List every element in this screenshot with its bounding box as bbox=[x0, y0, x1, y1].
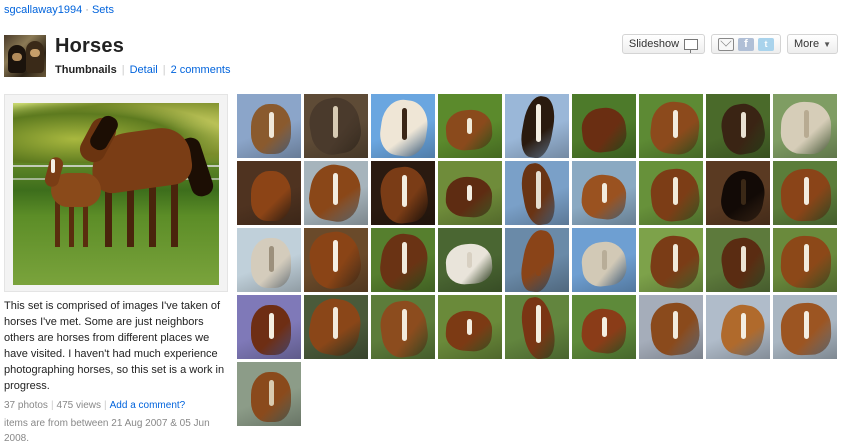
photo-thumbnail[interactable] bbox=[304, 94, 368, 158]
photo-thumbnail[interactable] bbox=[237, 228, 301, 292]
slideshow-label: Slideshow bbox=[628, 38, 680, 50]
photo-thumbnail[interactable] bbox=[773, 94, 837, 158]
facebook-icon[interactable]: f bbox=[738, 37, 755, 51]
photo-thumbnail[interactable] bbox=[572, 94, 636, 158]
cover-image bbox=[13, 103, 219, 285]
photo-thumbnail[interactable] bbox=[572, 161, 636, 225]
photo-thumbnail[interactable] bbox=[371, 161, 435, 225]
photo-thumbnail[interactable] bbox=[237, 161, 301, 225]
photo-thumbnail[interactable] bbox=[438, 228, 502, 292]
breadcrumb: sgcallaway1994 · Sets bbox=[4, 4, 114, 16]
set-sidebar: This set is comprised of images I've tak… bbox=[4, 94, 228, 444]
page-title: Horses bbox=[55, 35, 125, 57]
tab-thumbnails[interactable]: Thumbnails bbox=[55, 64, 117, 76]
photo-thumbnail[interactable] bbox=[505, 94, 569, 158]
more-label: More bbox=[794, 38, 820, 50]
photo-thumbnail[interactable] bbox=[304, 228, 368, 292]
date-range: items are from between 21 Aug 2007 & 05 … bbox=[4, 418, 210, 444]
photo-thumbnail[interactable] bbox=[706, 94, 770, 158]
photo-thumbnail[interactable] bbox=[371, 295, 435, 359]
photo-thumbnail[interactable] bbox=[438, 161, 502, 225]
slideshow-icon bbox=[684, 38, 699, 53]
avatar[interactable] bbox=[4, 35, 46, 77]
photo-thumbnail[interactable] bbox=[237, 295, 301, 359]
photo-thumbnail[interactable] bbox=[639, 228, 703, 292]
photo-thumbnail[interactable] bbox=[438, 94, 502, 158]
mail-icon[interactable] bbox=[718, 37, 735, 51]
photo-thumbnail[interactable] bbox=[438, 295, 502, 359]
photo-thumbnail[interactable] bbox=[639, 161, 703, 225]
photo-thumbnail[interactable] bbox=[639, 94, 703, 158]
photo-thumbnail[interactable] bbox=[773, 228, 837, 292]
photo-thumbnail[interactable] bbox=[706, 295, 770, 359]
set-description: This set is comprised of images I've tak… bbox=[4, 300, 225, 392]
photo-thumbnail[interactable] bbox=[572, 295, 636, 359]
toolbar: Slideshow f t More ▼ bbox=[621, 34, 838, 54]
set-cover-photo[interactable] bbox=[4, 94, 228, 292]
breadcrumb-separator: · bbox=[85, 4, 89, 16]
breadcrumb-sets-link[interactable]: Sets bbox=[92, 4, 114, 16]
photo-thumbnail[interactable] bbox=[706, 161, 770, 225]
photo-thumbnail[interactable] bbox=[505, 161, 569, 225]
photo-thumbnail[interactable] bbox=[304, 295, 368, 359]
photo-count: 37 photos bbox=[4, 400, 48, 411]
photo-thumbnail[interactable] bbox=[773, 161, 837, 225]
photo-thumbnail[interactable] bbox=[706, 228, 770, 292]
photo-thumbnail[interactable] bbox=[639, 295, 703, 359]
view-count: 475 views bbox=[56, 400, 102, 411]
share-buttons: f t bbox=[711, 34, 782, 54]
set-stats: 37 photos | 475 views | Add a comment? bbox=[4, 400, 186, 411]
comments-link[interactable]: 2 comments bbox=[171, 64, 231, 76]
set-view-nav: Thumbnails | Detail | 2 comments bbox=[55, 64, 231, 76]
photo-thumbnail[interactable] bbox=[304, 161, 368, 225]
photo-thumbnail[interactable] bbox=[505, 295, 569, 359]
photo-thumbnail[interactable] bbox=[572, 228, 636, 292]
breadcrumb-user-link[interactable]: sgcallaway1994 bbox=[4, 4, 82, 16]
photo-thumbnail[interactable] bbox=[773, 295, 837, 359]
photo-thumbnail[interactable] bbox=[237, 94, 301, 158]
thumbnail-grid bbox=[237, 94, 839, 426]
chevron-down-icon: ▼ bbox=[823, 39, 831, 49]
slideshow-button[interactable]: Slideshow bbox=[621, 34, 706, 54]
photo-thumbnail[interactable] bbox=[371, 228, 435, 292]
tab-detail[interactable]: Detail bbox=[130, 64, 158, 76]
twitter-icon[interactable]: t bbox=[758, 37, 775, 51]
more-button[interactable]: More ▼ bbox=[787, 34, 838, 54]
photo-thumbnail[interactable] bbox=[371, 94, 435, 158]
photo-thumbnail[interactable] bbox=[505, 228, 569, 292]
photo-thumbnail[interactable] bbox=[237, 362, 301, 426]
add-comment-link[interactable]: Add a comment? bbox=[110, 400, 186, 411]
